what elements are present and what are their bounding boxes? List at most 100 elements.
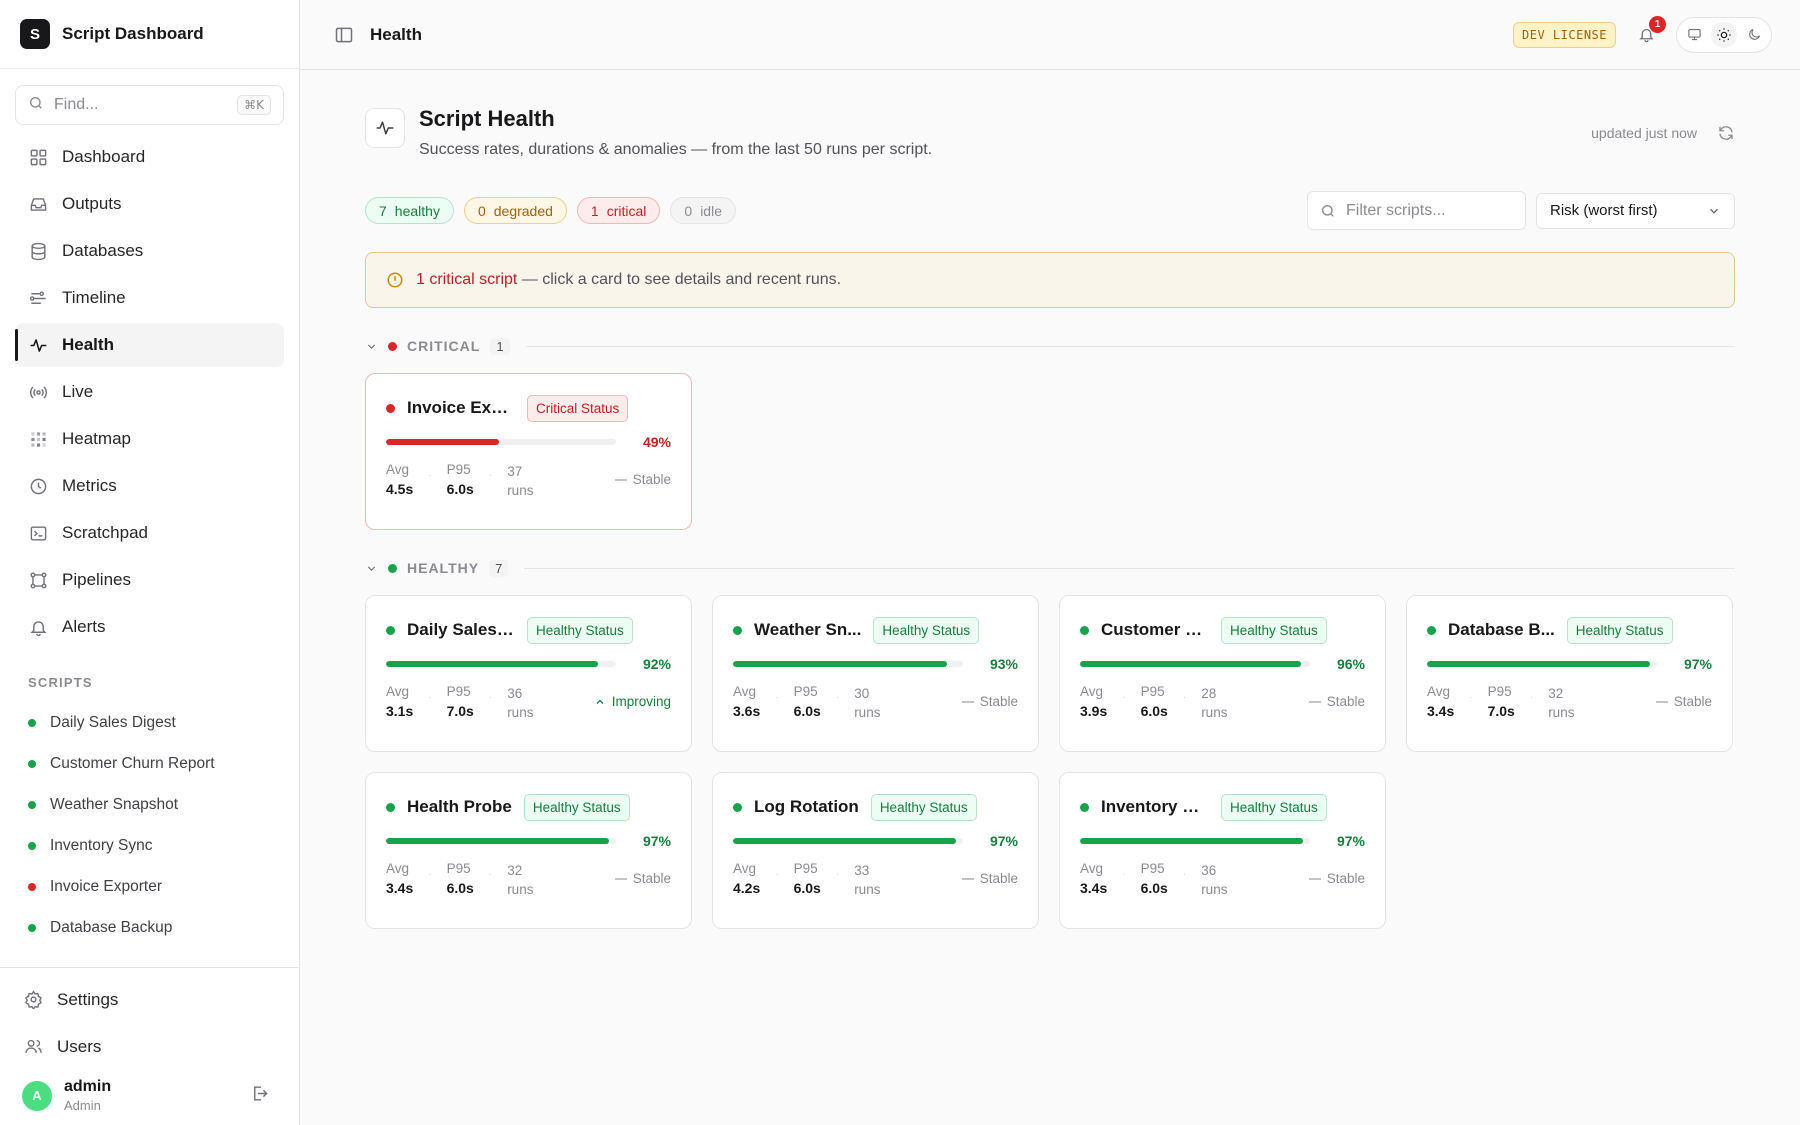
avatar[interactable]: A: [22, 1080, 52, 1111]
sidebar-item-heatmap[interactable]: Heatmap: [15, 417, 284, 461]
degraded-count-pill[interactable]: 0 degraded: [463, 197, 567, 224]
script-name: Daily Sales Digest: [50, 713, 176, 731]
trend-flat-icon: [961, 877, 974, 880]
sidebar-item-label: Databases: [62, 241, 144, 260]
p95-label: P95: [446, 462, 471, 477]
script-card-name: Daily Sales ...: [407, 620, 515, 639]
chevron-down-icon[interactable]: [365, 562, 378, 575]
trend-flat-icon: [961, 700, 974, 703]
success-rate-bar: [1427, 661, 1657, 667]
p95-label: P95: [1487, 684, 1512, 699]
separator: ·: [428, 470, 432, 481]
search-input[interactable]: Find... ⌘K: [15, 85, 284, 125]
success-rate-bar: [1080, 661, 1310, 667]
group-header-critical[interactable]: CRITICAL 1: [365, 336, 1735, 356]
trend-label: Stable: [1326, 694, 1365, 709]
status-dot: [733, 802, 742, 812]
success-rate-value: 93%: [989, 656, 1018, 672]
script-card[interactable]: Database B... Healthy Status 97% Avg 3.4…: [1406, 595, 1733, 752]
separator: ·: [1122, 869, 1126, 880]
script-card[interactable]: Weather Sn... Healthy Status 93% Avg 3.6…: [712, 595, 1039, 752]
monitor-icon[interactable]: [1681, 22, 1707, 48]
sidebar-item-scratchpad[interactable]: Scratchpad: [15, 511, 284, 555]
filter-placeholder: Filter scripts...: [1346, 201, 1446, 219]
sidebar-item-timeline[interactable]: Timeline: [15, 276, 284, 320]
script-name: Database Backup: [50, 918, 173, 936]
runs-label: runs: [854, 705, 881, 720]
sun-icon[interactable]: [1711, 21, 1737, 48]
p95-value: 6.0s: [1140, 880, 1168, 896]
script-list-item[interactable]: Daily Sales Digest: [0, 702, 299, 743]
runs-label: runs: [854, 882, 881, 897]
sidebar-item-settings[interactable]: Settings: [15, 976, 284, 1023]
success-rate-bar: [386, 661, 616, 667]
sidebar-item-alerts[interactable]: Alerts: [15, 605, 284, 649]
runs-count: 36: [507, 686, 523, 701]
idle-count-pill[interactable]: 0 idle: [670, 197, 736, 224]
sidebar-item-metrics[interactable]: Metrics: [15, 464, 284, 508]
trend-label: Stable: [632, 871, 671, 886]
script-list-item[interactable]: Invoice Exporter: [0, 866, 299, 907]
avg-label: Avg: [1080, 861, 1104, 876]
script-card[interactable]: Log Rotation Healthy Status 97% Avg 4.2s…: [712, 772, 1039, 929]
script-list-item[interactable]: Customer Churn Report: [0, 743, 299, 784]
logout-icon[interactable]: [250, 1084, 269, 1108]
avg-label: Avg: [1080, 684, 1104, 699]
sidebar-item-live[interactable]: Live: [15, 370, 284, 414]
trend-label: Stable: [979, 694, 1018, 709]
script-card[interactable]: Customer C... Healthy Status 96% Avg 3.9…: [1059, 595, 1386, 752]
filter-scripts-input[interactable]: Filter scripts...: [1307, 191, 1526, 230]
trend-indicator: Stable: [1308, 871, 1365, 886]
sidebar-item-databases[interactable]: Databases: [15, 229, 284, 273]
sidebar-item-users[interactable]: Users: [15, 1023, 284, 1070]
status-badge: Healthy Status: [1221, 616, 1327, 644]
success-rate-fill: [386, 838, 610, 844]
moon-icon[interactable]: [1741, 22, 1767, 48]
brand[interactable]: S Script Dashboard: [0, 0, 299, 69]
sidebar-item-label: Alerts: [62, 617, 106, 636]
sidebar-item-label: Dashboard: [62, 147, 146, 166]
notification-count: 1: [1649, 15, 1666, 33]
p95-value: 7.0s: [446, 703, 474, 719]
script-card[interactable]: Health Probe Healthy Status 97% Avg 3.4s…: [365, 772, 692, 929]
success-rate-fill: [386, 439, 499, 445]
script-list-item[interactable]: Inventory Sync: [0, 825, 299, 866]
p95-label: P95: [793, 684, 818, 699]
script-list-item[interactable]: Weather Snapshot: [0, 784, 299, 825]
sidebar-item-dashboard[interactable]: Dashboard: [15, 135, 284, 179]
status-badge: Healthy Status: [873, 616, 980, 644]
success-rate-value: 97%: [1336, 833, 1365, 849]
script-card[interactable]: Invoice Expo... Critical Status 49% Avg …: [365, 373, 692, 530]
sidebar-item-pipelines[interactable]: Pipelines: [15, 558, 284, 602]
avg-value: 3.1s: [386, 703, 414, 719]
separator: ·: [428, 692, 432, 703]
healthy-count-pill[interactable]: 7 healthy: [365, 197, 454, 224]
sidebar: S Script Dashboard Find... ⌘K Dashboard O…: [0, 0, 300, 1125]
terminal-icon: [28, 523, 48, 543]
status-badge: Healthy Status: [1221, 793, 1327, 821]
status-dot: [388, 563, 397, 573]
critical-count-pill[interactable]: 1 critical: [576, 197, 661, 224]
sidebar-item-health[interactable]: Health: [15, 323, 284, 367]
script-card[interactable]: Daily Sales ... Healthy Status 92% Avg 3…: [365, 595, 692, 752]
notifications-button[interactable]: 1: [1634, 15, 1666, 47]
app-logo: S: [20, 19, 50, 49]
sort-select[interactable]: Risk (worst first): [1536, 192, 1735, 229]
script-card[interactable]: Inventory Sy... Healthy Status 97% Avg 3…: [1059, 772, 1386, 929]
gear-icon: [23, 990, 43, 1010]
sidebar-toggle-icon[interactable]: [334, 25, 354, 45]
chevron-down-icon[interactable]: [365, 340, 378, 353]
success-rate-value: 97%: [1683, 656, 1712, 672]
sidebar-item-outputs[interactable]: Outputs: [15, 182, 284, 226]
status-dot: [1080, 625, 1089, 635]
script-list-item[interactable]: Database Backup: [0, 907, 299, 948]
status-badge: Healthy Status: [870, 793, 977, 821]
success-rate-value: 96%: [1336, 656, 1365, 672]
runs-count: 37: [507, 464, 523, 479]
banner-highlight[interactable]: 1 critical script: [416, 271, 517, 288]
avg-label: Avg: [733, 684, 757, 699]
trend-indicator: Stable: [961, 694, 1018, 709]
status-badge: Healthy Status: [1566, 616, 1673, 644]
refresh-icon[interactable]: [1717, 124, 1735, 142]
group-header-healthy[interactable]: HEALTHY 7: [365, 558, 1735, 578]
